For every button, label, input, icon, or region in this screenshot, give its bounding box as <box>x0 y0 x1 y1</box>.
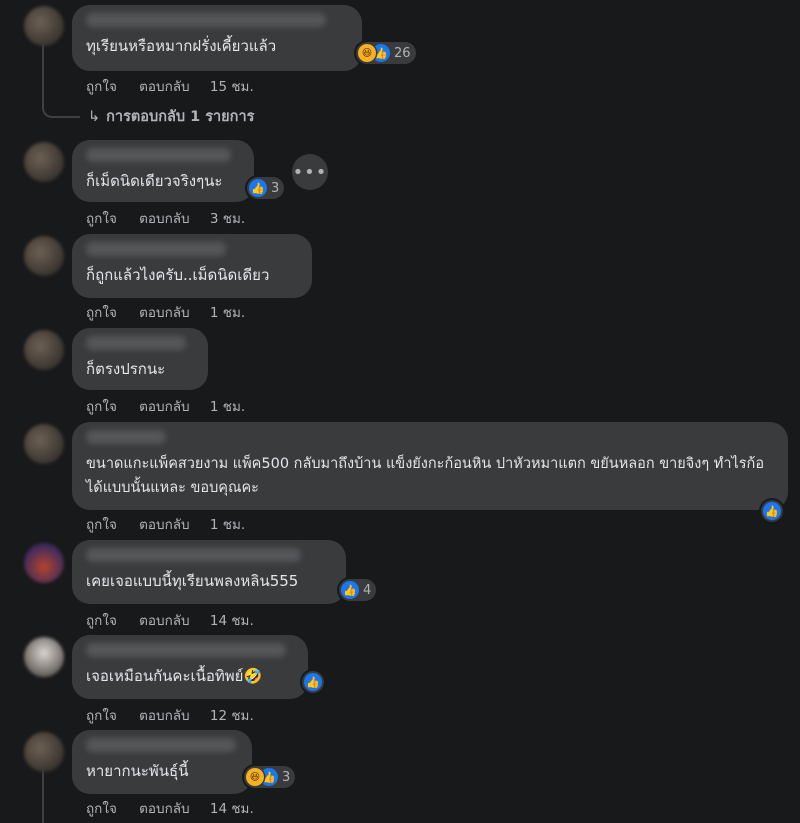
reply-arrow-icon: ↳ <box>88 109 101 125</box>
comment-bubble: เจอเหมือนกันคะเนื้อทิพย์🤣 <box>72 635 308 699</box>
like-button[interactable]: ถูกใจ <box>86 399 117 415</box>
reply-button[interactable]: ตอบกลับ <box>139 399 189 415</box>
thread-line <box>42 770 44 823</box>
comment-actions: ถูกใจ ตอบกลับ 12 ชม. <box>86 704 272 726</box>
commenter-name[interactable] <box>86 242 226 256</box>
reply-button[interactable]: ตอบกลับ <box>139 211 189 227</box>
comment-bubble: ก็เม็ดนิดเดียวจริงๆนะ <box>72 140 254 202</box>
comment-actions: ถูกใจ ตอบกลับ 15 ชม. <box>86 75 272 97</box>
comment-text: ก็เม็ดนิดเดียวจริงๆนะ <box>86 172 223 190</box>
reaction-summary[interactable]: 😆 👍 26 <box>356 42 416 64</box>
reply-button[interactable]: ตอบกลับ <box>139 517 189 533</box>
comment-text: ก็ตรงปรกนะ <box>86 360 166 378</box>
avatar[interactable] <box>24 6 64 46</box>
commenter-name[interactable] <box>86 548 301 562</box>
commenter-name[interactable] <box>86 430 166 444</box>
comment-time[interactable]: 3 ชม. <box>210 211 245 227</box>
view-replies-link[interactable]: ↳ การตอบกลับ 1 รายการ <box>88 105 254 128</box>
reaction-summary[interactable]: 👍 3 <box>247 177 285 199</box>
reply-button[interactable]: ตอบกลับ <box>139 79 189 95</box>
commenter-name[interactable] <box>86 13 326 27</box>
reply-button[interactable]: ตอบกลับ <box>139 613 189 629</box>
comment-bubble: ขนาดแกะแพ็คสวยงาม แพ็ค500 กลับมาถึงบ้าน … <box>72 422 788 510</box>
comment-time[interactable]: 1 ชม. <box>210 399 245 415</box>
avatar[interactable] <box>24 424 64 464</box>
avatar[interactable] <box>24 637 64 677</box>
comment-time[interactable]: 15 ชม. <box>210 79 254 95</box>
comment-time[interactable]: 12 ชม. <box>210 708 254 724</box>
comment-bubble: ก็ตรงปรกนะ <box>72 328 208 390</box>
comment-actions: ถูกใจ ตอบกลับ 14 ชม. <box>86 797 272 819</box>
more-options-button[interactable]: ••• <box>292 154 328 190</box>
reply-button[interactable]: ตอบกลับ <box>139 708 189 724</box>
thumbs-up-icon: 👍 <box>763 502 781 520</box>
like-button[interactable]: ถูกใจ <box>86 613 117 629</box>
comment-text: หายากนะพันธุ์นี้ <box>86 762 189 780</box>
commenter-name[interactable] <box>86 738 236 752</box>
haha-icon: 😆 <box>246 768 264 786</box>
comment-text: เคยเจอแบบนี้ทุเรียนพลงหลิน555 <box>86 572 299 590</box>
like-button[interactable]: ถูกใจ <box>86 517 117 533</box>
thumbs-up-icon: 👍 <box>249 179 267 197</box>
avatar[interactable] <box>24 732 64 772</box>
comment-bubble: ทุเรียนหรือหมากฝรั่งเคี้ยวแล้ว <box>72 5 362 71</box>
reaction-summary[interactable]: 👍 <box>761 500 783 522</box>
reaction-count: 3 <box>271 180 280 196</box>
comment-actions: ถูกใจ ตอบกลับ 14 ชม. <box>86 609 272 631</box>
comment-time[interactable]: 1 ชม. <box>210 305 245 321</box>
comment-bubble: หายากนะพันธุ์นี้ <box>72 730 252 794</box>
like-button[interactable]: ถูกใจ <box>86 211 117 227</box>
reaction-count: 3 <box>282 769 291 785</box>
thumbs-up-icon: 👍 <box>341 581 359 599</box>
reaction-summary[interactable]: 👍 <box>302 671 324 693</box>
avatar[interactable] <box>24 330 64 370</box>
commenter-name[interactable] <box>86 148 231 162</box>
reply-button[interactable]: ตอบกลับ <box>139 305 189 321</box>
comment-actions: ถูกใจ ตอบกลับ 1 ชม. <box>86 301 263 323</box>
comment-actions: ถูกใจ ตอบกลับ 1 ชม. <box>86 513 263 535</box>
comment-time[interactable]: 14 ชม. <box>210 801 254 817</box>
avatar[interactable] <box>24 142 64 182</box>
haha-icon: 😆 <box>358 44 376 62</box>
comment-text: ขนาดแกะแพ็คสวยงาม แพ็ค500 กลับมาถึงบ้าน … <box>86 456 765 496</box>
comment-time[interactable]: 1 ชม. <box>210 517 245 533</box>
avatar[interactable] <box>24 543 64 583</box>
reaction-count: 26 <box>394 45 411 61</box>
view-replies-label: การตอบกลับ 1 รายการ <box>106 109 255 125</box>
reaction-count: 4 <box>363 582 372 598</box>
comment-text: เจอเหมือนกันคะเนื้อทิพย์🤣 <box>86 667 263 685</box>
comment-bubble: ก็ถูกแล้วไงครับ..เม็ดนิดเดียว <box>72 234 312 298</box>
avatar[interactable] <box>24 236 64 276</box>
like-button[interactable]: ถูกใจ <box>86 708 117 724</box>
reaction-summary[interactable]: 😆 👍 3 <box>244 766 296 788</box>
reaction-summary[interactable]: 👍 4 <box>339 579 377 601</box>
commenter-name[interactable] <box>86 643 286 657</box>
like-button[interactable]: ถูกใจ <box>86 79 117 95</box>
thumbs-up-icon: 👍 <box>304 673 322 691</box>
comment-actions: ถูกใจ ตอบกลับ 3 ชม. <box>86 207 263 229</box>
comment-time[interactable]: 14 ชม. <box>210 613 254 629</box>
reply-button[interactable]: ตอบกลับ <box>139 801 189 817</box>
like-button[interactable]: ถูกใจ <box>86 305 117 321</box>
comment-text: ทุเรียนหรือหมากฝรั่งเคี้ยวแล้ว <box>86 37 277 55</box>
comment-actions: ถูกใจ ตอบกลับ 1 ชม. <box>86 395 263 417</box>
commenter-name[interactable] <box>86 336 186 350</box>
comment-text: ก็ถูกแล้วไงครับ..เม็ดนิดเดียว <box>86 266 270 284</box>
like-button[interactable]: ถูกใจ <box>86 801 117 817</box>
comment-bubble: เคยเจอแบบนี้ทุเรียนพลงหลิน555 <box>72 540 346 604</box>
